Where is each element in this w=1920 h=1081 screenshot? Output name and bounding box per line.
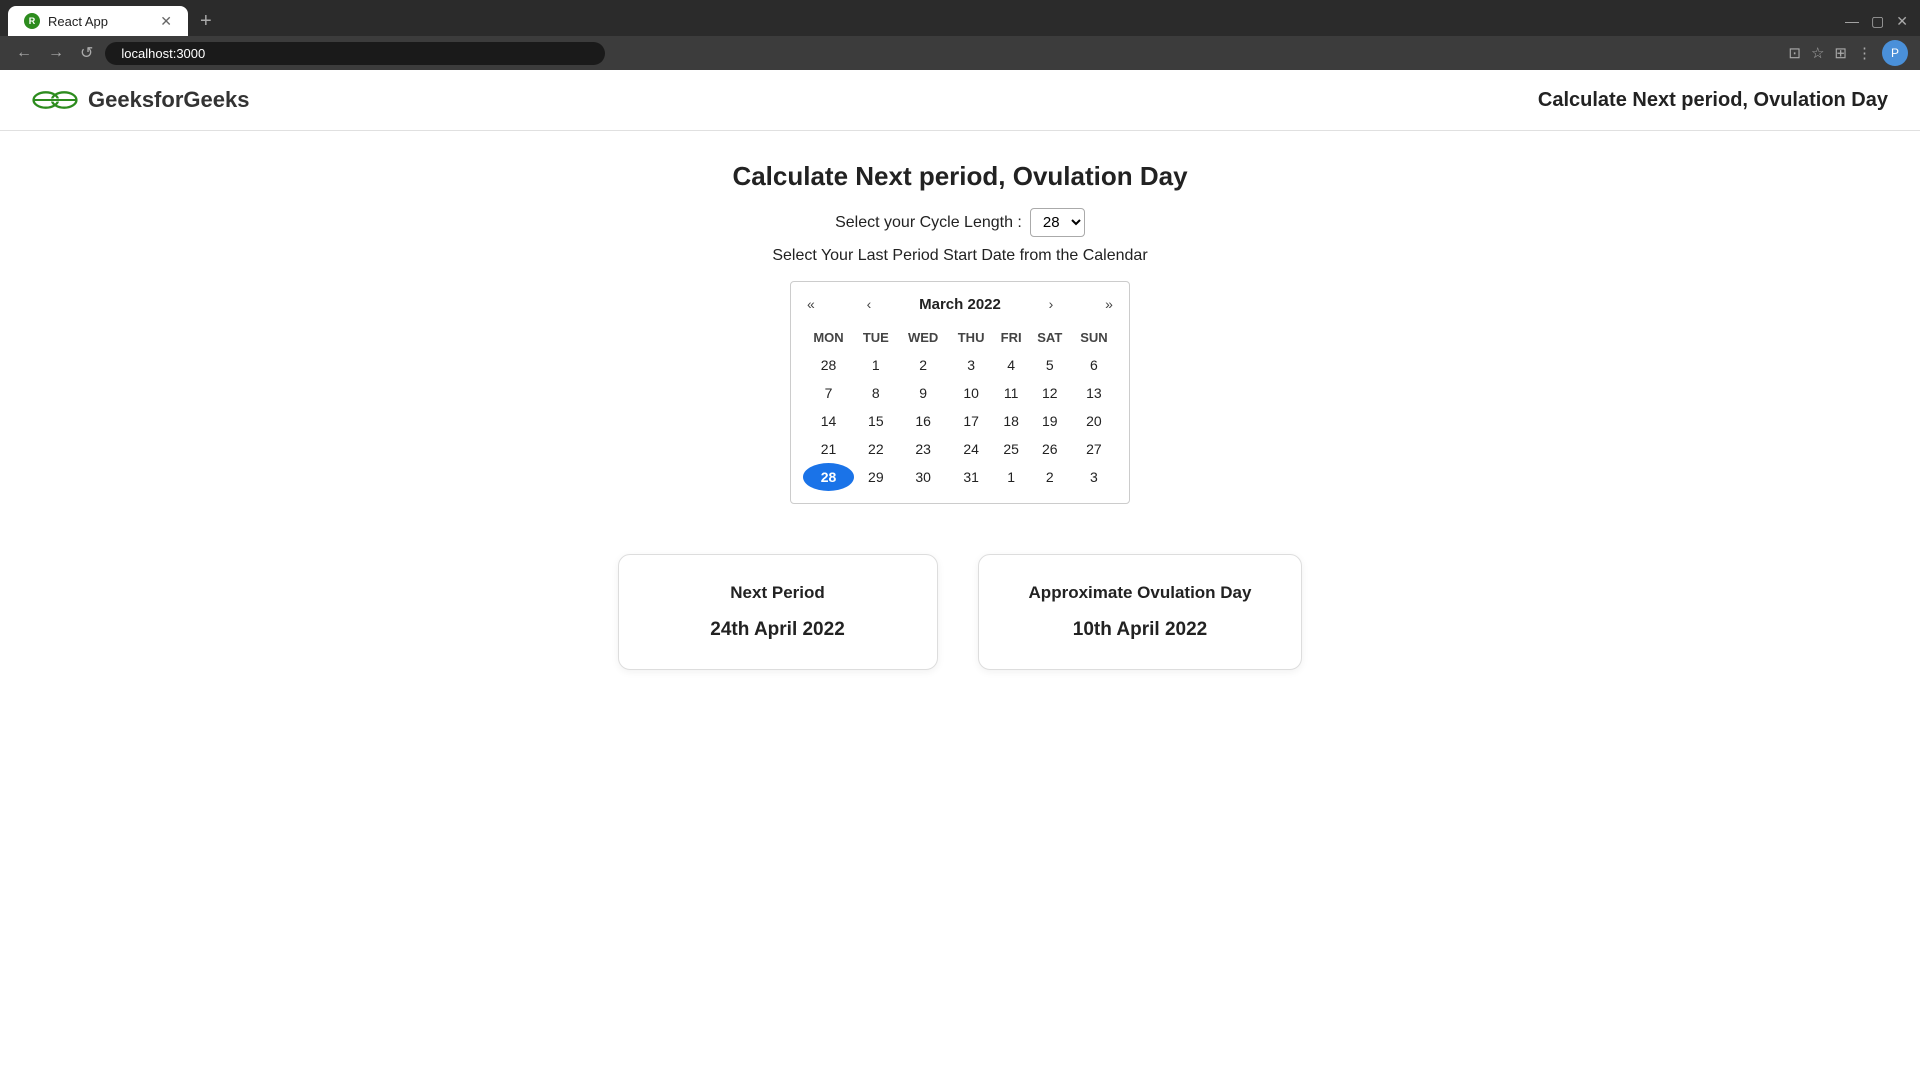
logo-icon (32, 82, 78, 118)
calendar-day[interactable]: 28 (803, 351, 854, 379)
calendar-container: « ‹ March 2022 › » MONTUEWEDTHUFRISATSUN… (790, 281, 1130, 504)
calendar-day[interactable]: 4 (994, 351, 1029, 379)
tab-close-button[interactable]: ✕ (160, 13, 172, 30)
extensions-icon[interactable]: ⊞ (1834, 44, 1847, 62)
calendar-day[interactable]: 17 (949, 407, 994, 435)
calendar-month: March 2022 (919, 296, 1001, 313)
calendar-row: 28293031123 (803, 463, 1117, 491)
calendar-day[interactable]: 28 (803, 463, 854, 491)
next-year-button[interactable]: » (1101, 294, 1117, 314)
ovulation-day-value: 10th April 2022 (1029, 619, 1252, 641)
calendar-day[interactable]: 24 (949, 435, 994, 463)
address-icons: ⊡ ☆ ⊞ ⋮ P (1788, 40, 1908, 66)
day-header-thu: THU (949, 324, 994, 351)
calendar-day[interactable]: 14 (803, 407, 854, 435)
calendar-row: 28123456 (803, 351, 1117, 379)
cycle-length-select[interactable]: 212223242526272829303132333435 (1030, 208, 1085, 237)
calendar-day[interactable]: 25 (994, 435, 1029, 463)
day-header-wed: WED (898, 324, 949, 351)
calendar-grid: MONTUEWEDTHUFRISATSUN 281234567891011121… (803, 324, 1117, 491)
calendar-day[interactable]: 27 (1071, 435, 1117, 463)
calendar-row: 21222324252627 (803, 435, 1117, 463)
calendar-header: « ‹ March 2022 › » (803, 294, 1117, 314)
day-header-tue: TUE (854, 324, 898, 351)
calendar-row: 14151617181920 (803, 407, 1117, 435)
calendar-day[interactable]: 8 (854, 379, 898, 407)
calendar-day[interactable]: 5 (1029, 351, 1071, 379)
address-bar: ← → ↺ ⊡ ☆ ⊞ ⋮ P (0, 36, 1920, 70)
profile-avatar[interactable]: P (1882, 40, 1908, 66)
calendar-day[interactable]: 2 (1029, 463, 1071, 491)
calendar-body: 2812345678910111213141516171819202122232… (803, 351, 1117, 491)
new-tab-button[interactable]: + (192, 10, 220, 33)
calendar-day[interactable]: 3 (1071, 463, 1117, 491)
calendar-subtitle: Select Your Last Period Start Date from … (772, 247, 1147, 265)
calendar-day[interactable]: 2 (898, 351, 949, 379)
calendar-day[interactable]: 1 (994, 463, 1029, 491)
ovulation-day-label: Approximate Ovulation Day (1029, 583, 1252, 603)
calendar-day[interactable]: 11 (994, 379, 1029, 407)
ovulation-day-card: Approximate Ovulation Day 10th April 202… (978, 554, 1303, 670)
address-input[interactable] (105, 42, 605, 65)
window-close[interactable]: ✕ (1896, 13, 1908, 30)
calendar-day[interactable]: 18 (994, 407, 1029, 435)
nav-forward-button[interactable]: → (44, 42, 68, 64)
calendar-day[interactable]: 31 (949, 463, 994, 491)
bookmark-icon[interactable]: ☆ (1811, 44, 1824, 62)
main-content: Calculate Next period, Ovulation Day Sel… (0, 131, 1920, 1081)
calendar-day[interactable]: 19 (1029, 407, 1071, 435)
active-tab[interactable]: R React App ✕ (8, 6, 188, 36)
day-header-sat: SAT (1029, 324, 1071, 351)
next-period-label: Next Period (669, 583, 887, 603)
calendar-day[interactable]: 22 (854, 435, 898, 463)
app-header: GeeksforGeeks Calculate Next period, Ovu… (0, 70, 1920, 131)
logo-text: GeeksforGeeks (88, 87, 249, 113)
page-title: Calculate Next period, Ovulation Day (732, 161, 1187, 192)
calendar-day[interactable]: 10 (949, 379, 994, 407)
browser-chrome: R React App ✕ + — ▢ ✕ ← → ↺ ⊡ ☆ ⊞ ⋮ P (0, 0, 1920, 70)
calendar-day[interactable]: 9 (898, 379, 949, 407)
tab-label: React App (48, 14, 108, 29)
calendar-row: 78910111213 (803, 379, 1117, 407)
next-month-button[interactable]: › (1045, 294, 1058, 314)
prev-month-button[interactable]: ‹ (863, 294, 876, 314)
next-period-card: Next Period 24th April 2022 (618, 554, 938, 670)
calendar-day[interactable]: 6 (1071, 351, 1117, 379)
window-minimize[interactable]: — (1845, 13, 1859, 29)
calendar-day[interactable]: 3 (949, 351, 994, 379)
calendar-day[interactable]: 20 (1071, 407, 1117, 435)
day-header-mon: MON (803, 324, 854, 351)
tab-bar: R React App ✕ + — ▢ ✕ (0, 0, 1920, 36)
browser-menu-icon[interactable]: ⋮ (1857, 44, 1872, 62)
day-header-sun: SUN (1071, 324, 1117, 351)
next-period-value: 24th April 2022 (669, 619, 887, 641)
calendar-day[interactable]: 15 (854, 407, 898, 435)
result-cards: Next Period 24th April 2022 Approximate … (618, 554, 1303, 670)
cycle-length-label: Select your Cycle Length : (835, 214, 1022, 232)
tab-favicon: R (24, 13, 40, 29)
calendar-day[interactable]: 29 (854, 463, 898, 491)
calendar-day[interactable]: 13 (1071, 379, 1117, 407)
prev-year-button[interactable]: « (803, 294, 819, 314)
header-title: Calculate Next period, Ovulation Day (1538, 89, 1888, 112)
calendar-day[interactable]: 23 (898, 435, 949, 463)
calendar-day[interactable]: 7 (803, 379, 854, 407)
logo: GeeksforGeeks (32, 82, 249, 118)
cast-icon: ⊡ (1788, 44, 1801, 62)
calendar-day[interactable]: 16 (898, 407, 949, 435)
calendar-day[interactable]: 1 (854, 351, 898, 379)
calendar-day[interactable]: 21 (803, 435, 854, 463)
calendar-day[interactable]: 12 (1029, 379, 1071, 407)
calendar-header-row: MONTUEWEDTHUFRISATSUN (803, 324, 1117, 351)
nav-back-button[interactable]: ← (12, 42, 36, 64)
nav-refresh-button[interactable]: ↺ (76, 41, 97, 65)
calendar-day[interactable]: 30 (898, 463, 949, 491)
day-header-fri: FRI (994, 324, 1029, 351)
calendar-day[interactable]: 26 (1029, 435, 1071, 463)
window-maximize[interactable]: ▢ (1871, 13, 1884, 30)
cycle-length-row: Select your Cycle Length : 2122232425262… (835, 208, 1085, 237)
